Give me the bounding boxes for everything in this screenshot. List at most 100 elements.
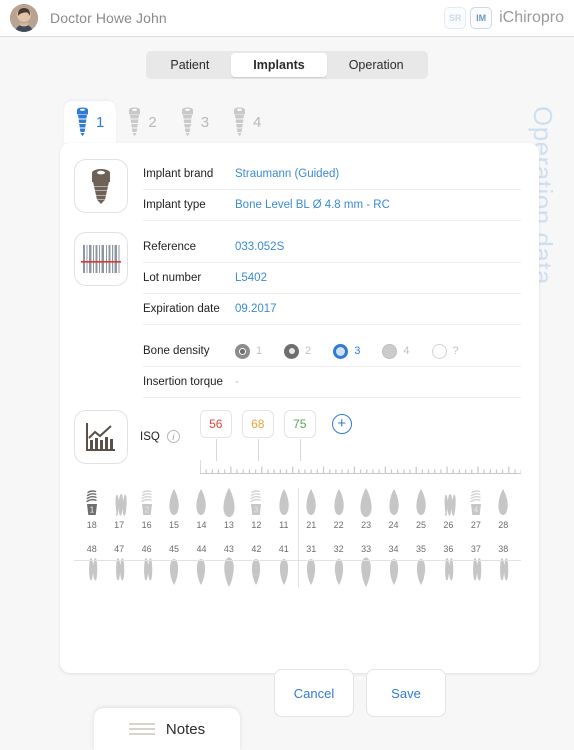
save-button[interactable]: Save xyxy=(366,669,446,717)
svg-text:2: 2 xyxy=(144,506,149,515)
tooth-15[interactable]: 15 xyxy=(161,488,187,532)
implant-fields: Implant brand Straumann (Guided) Implant… xyxy=(143,159,521,221)
badge-sr[interactable]: SR xyxy=(444,7,467,29)
tooth-35[interactable]: 35 xyxy=(408,542,434,588)
bone-density-option-unknown[interactable]: ? xyxy=(431,343,459,359)
field-reference[interactable]: Reference 033.052S xyxy=(143,232,521,263)
tooth-21[interactable]: 21 xyxy=(298,488,324,532)
badge-im[interactable]: IM xyxy=(470,7,493,29)
tooth-shape-icon xyxy=(196,489,207,515)
barcode-icon-tile[interactable] xyxy=(74,232,128,286)
tooth-41[interactable]: 41 xyxy=(271,542,297,588)
tooth-shape-icon xyxy=(416,489,426,515)
tooth-45[interactable]: 45 xyxy=(161,542,187,588)
tooth-12[interactable]: 3 12 xyxy=(243,488,269,532)
tooth-44[interactable]: 44 xyxy=(188,542,214,588)
tooth-38[interactable]: 38 xyxy=(490,542,516,588)
quadrant-lower-left: 31 32 33 34 35 36 37 38 xyxy=(298,542,518,588)
cancel-button[interactable]: Cancel xyxy=(274,669,354,717)
field-lot-number[interactable]: Lot number L5402 xyxy=(143,263,521,294)
svg-text:4: 4 xyxy=(474,506,479,515)
implant-screw-icon xyxy=(129,107,141,137)
implant-info-block: Implant brand Straumann (Guided) Implant… xyxy=(74,159,521,221)
implant-tab-3[interactable]: 3 xyxy=(169,101,221,143)
quadrant-lower-right: 48 47 46 45 44 43 42 41 xyxy=(78,542,298,588)
implant-tab-2[interactable]: 2 xyxy=(116,101,168,143)
tooth-number: 22 xyxy=(333,520,344,530)
implant-screw-icon xyxy=(92,169,110,204)
tooth-13[interactable]: 13 xyxy=(216,488,242,532)
implant-icon-tile[interactable] xyxy=(74,159,128,213)
tooth-shape-icon xyxy=(306,489,316,515)
tooth-23[interactable]: 23 xyxy=(353,488,379,532)
field-implant-type[interactable]: Implant type Bone Level BL Ø 4.8 mm - RC xyxy=(143,190,521,221)
chart-bars-icon xyxy=(86,423,115,451)
isq-chip-2[interactable]: 68 xyxy=(241,410,274,461)
isq-chip-1[interactable]: 56 xyxy=(199,410,232,461)
tooth-48[interactable]: 48 xyxy=(79,542,105,588)
implant-tab-1[interactable]: 1 xyxy=(64,101,117,143)
bone-density-option-3[interactable]: 3 xyxy=(333,343,360,359)
radio-icon xyxy=(382,343,398,359)
bone-density-label: Bone density xyxy=(143,345,210,357)
avatar[interactable] xyxy=(10,4,38,32)
tooth-27[interactable]: 4 27 xyxy=(463,488,489,532)
tooth-31[interactable]: 31 xyxy=(298,542,324,588)
field-insertion-torque[interactable]: Insertion torque - xyxy=(143,367,521,398)
bone-density-option-1[interactable]: 1 xyxy=(235,343,262,359)
tooth-32[interactable]: 32 xyxy=(326,542,352,588)
tooth-number: 17 xyxy=(114,520,125,530)
tooth-25[interactable]: 25 xyxy=(408,488,434,532)
add-isq-button[interactable]: + xyxy=(331,414,352,434)
bone-density-option-2[interactable]: 2 xyxy=(284,343,311,359)
tooth-36[interactable]: 36 xyxy=(435,542,461,588)
isq-icon-tile[interactable] xyxy=(74,410,128,464)
tooth-17[interactable]: 17 xyxy=(106,488,132,532)
tooth-26[interactable]: 26 xyxy=(435,488,461,532)
implant-tab-4[interactable]: 4 xyxy=(221,101,273,143)
tooth-implant-icon: 1 xyxy=(86,490,97,515)
bone-density-options: 1 2 3 4 ? xyxy=(235,343,481,359)
field-value: Straumann (Guided) xyxy=(235,168,340,180)
tab-operation[interactable]: Operation xyxy=(327,53,426,77)
quadrant-upper-right: 1 18 17 2 16 15 14 13 3 12 11 xyxy=(78,488,298,532)
option-label: 4 xyxy=(403,345,410,357)
svg-text:3: 3 xyxy=(254,506,259,515)
bone-density-option-4[interactable]: 4 xyxy=(382,343,410,359)
implant-tab-3-label: 3 xyxy=(200,113,210,131)
tooth-shape-icon xyxy=(223,488,235,517)
tooth-implant-icon: 2 xyxy=(140,490,152,515)
tooth-11[interactable]: 11 xyxy=(271,488,297,532)
tooth-46[interactable]: 46 xyxy=(134,542,160,588)
svg-text:1: 1 xyxy=(89,506,94,515)
isq-chip-3[interactable]: 75 xyxy=(283,410,316,461)
tooth-18[interactable]: 1 18 xyxy=(79,488,105,532)
tooth-number: 44 xyxy=(196,544,207,554)
tooth-33[interactable]: 33 xyxy=(353,542,379,588)
field-expiration-date[interactable]: Expiration date 09.2017 xyxy=(143,294,521,325)
isq-label-wrap: ISQ i xyxy=(140,430,180,443)
tooth-24[interactable]: 24 xyxy=(381,488,407,532)
tab-implants[interactable]: Implants xyxy=(231,53,327,77)
tooth-number: 47 xyxy=(114,544,125,554)
tooth-16[interactable]: 2 16 xyxy=(134,488,160,532)
tooth-chart-divider-horizontal xyxy=(74,560,521,561)
tooth-28[interactable]: 28 xyxy=(490,488,516,532)
tooth-14[interactable]: 14 xyxy=(188,488,214,532)
info-icon[interactable]: i xyxy=(166,430,180,443)
isq-block: ISQ i 56 68 75 + xyxy=(74,410,521,474)
radio-icon xyxy=(235,343,250,359)
implant-screw-icon xyxy=(77,107,88,137)
tooth-47[interactable]: 47 xyxy=(106,542,132,588)
tooth-37[interactable]: 37 xyxy=(463,542,489,588)
notes-panel[interactable]: Notes xyxy=(94,708,240,750)
tooth-34[interactable]: 34 xyxy=(381,542,407,588)
tooth-number: 21 xyxy=(306,520,317,530)
barcode-info-block: Reference 033.052S Lot number L5402 Expi… xyxy=(74,232,521,325)
field-implant-brand[interactable]: Implant brand Straumann (Guided) xyxy=(143,159,521,190)
tab-patient[interactable]: Patient xyxy=(148,53,231,77)
tooth-42[interactable]: 42 xyxy=(243,542,269,588)
radio-icon xyxy=(284,343,300,359)
tooth-43[interactable]: 43 xyxy=(216,542,242,588)
tooth-22[interactable]: 22 xyxy=(326,488,352,532)
